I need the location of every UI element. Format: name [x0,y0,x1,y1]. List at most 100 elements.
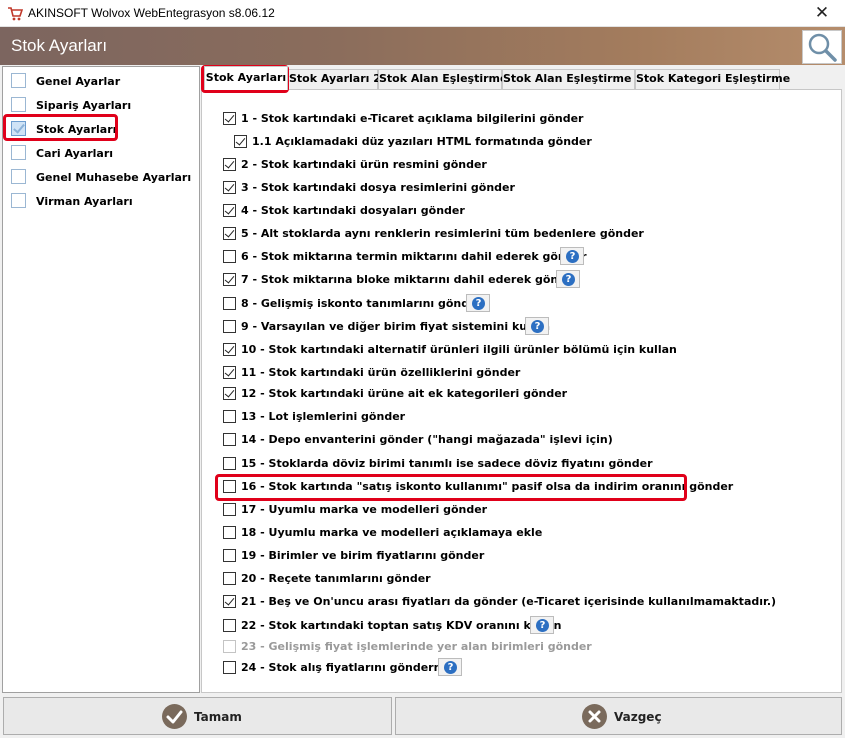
option-checkbox[interactable] [223,503,236,516]
option-checkbox[interactable] [223,250,236,263]
option-label: 11 - Stok kartındaki ürün özelliklerini … [241,366,521,379]
help-icon[interactable] [556,270,580,288]
sidebar-checkbox[interactable] [11,193,26,208]
option-label: 6 - Stok miktarına termin miktarını dahi… [241,250,587,263]
option-checkbox[interactable] [223,273,236,286]
sidebar-item-label: Cari Ayarları [36,147,114,160]
option-checkbox[interactable] [223,410,236,423]
option-checkbox[interactable] [223,480,236,493]
tab-stok-alan-eslestirme[interactable]: Stok Alan Eşleştirme [378,69,507,89]
option-checkbox[interactable] [223,433,236,446]
option-checkbox[interactable] [223,158,236,171]
search-icon [808,33,837,62]
option-label: 4 - Stok kartındaki dosyaları gönder [241,204,465,217]
option-label: 13 - Lot işlemlerini gönder [241,410,406,423]
option-checkbox[interactable] [223,227,236,240]
option-label: 9 - Varsayılan ve diğer birim fiyat sist… [241,320,550,333]
option-label: 8 - Gelişmiş iskonto tanımlarını gönder [241,297,483,310]
option-checkbox[interactable] [223,366,236,379]
option-7[interactable]: 7 - Stok miktarına bloke miktarını dahil… [223,270,588,290]
ok-button-label: Tamam [194,710,242,724]
option-label: 17 - Uyumlu marka ve modelleri gönder [241,503,488,516]
sidebar-checkbox[interactable] [11,73,26,88]
option-checkbox[interactable] [223,619,236,632]
sidebar-item-siparis-ayarlari[interactable]: Sipariş Ayarları [11,96,197,114]
help-icon[interactable] [525,317,549,335]
sidebar-checkbox[interactable] [11,169,26,184]
option-label: 10 - Stok kartındaki alternatif ürünleri… [241,343,677,356]
sidebar-item-virman-ayarlari[interactable]: Virman Ayarları [11,192,197,210]
sidebar-item-label: Genel Muhasebe Ayarları [36,171,192,184]
sidebar-checkbox[interactable] [11,121,26,136]
sidebar-checkbox[interactable] [11,97,26,112]
option-checkbox[interactable] [223,457,236,470]
option-checkbox[interactable] [223,181,236,194]
option-label: 2 - Stok kartındaki ürün resmini gönder [241,158,487,171]
option-label: 1 - Stok kartındaki e-Ticaret açıklama b… [241,112,584,125]
tab-stok-alan-eslestirme-2[interactable]: Stok Alan Eşleştirme 2 [502,69,643,89]
app-cart-icon [8,7,23,21]
option-label: 20 - Reçete tanımlarını gönder [241,572,431,585]
help-icon[interactable] [438,658,462,676]
cancel-button[interactable]: Vazgeç [395,697,842,735]
option-label: 21 - Beş ve On'uncu arası fiyatları da g… [241,595,777,608]
page-title: Stok Ayarları [11,36,108,55]
search-button[interactable] [802,30,842,64]
tab-stok-kategori-eslestirme[interactable]: Stok Kategori Eşleştirme [635,69,790,89]
sidebar-item-genel-ayarlar[interactable]: Genel Ayarlar [11,72,197,90]
cancel-button-label: Vazgeç [614,710,662,724]
option-label: 22 - Stok kartındaki toptan satış KDV or… [241,619,562,632]
option-checkbox[interactable] [223,343,236,356]
close-icon[interactable]: ✕ [799,0,845,27]
option-checkbox[interactable] [223,320,236,333]
window-title: AKINSOFT Wolvox WebEntegrasyon s8.06.12 [28,6,275,20]
settings-category-list: Genel Ayarlar Sipariş Ayarları Stok Ayar… [2,66,200,693]
option-checkbox[interactable] [223,204,236,217]
sidebar-checkbox[interactable] [11,145,26,160]
help-icon[interactable] [466,294,490,312]
sidebar-item-cari-ayarlari[interactable]: Cari Ayarları [11,144,197,162]
option-label: 5 - Alt stoklarda aynı renklerin resimle… [241,227,644,240]
sidebar-item-genel-muhasebe-ayarlari[interactable]: Genel Muhasebe Ayarları [11,168,197,186]
option-label: 18 - Uyumlu marka ve modelleri açıklamay… [241,526,543,539]
option-checkbox[interactable] [223,112,236,125]
tab-stok-ayarlari[interactable]: Stok Ayarları [204,66,288,90]
option-label: 16 - Stok kartında "satış iskonto kullan… [241,480,734,493]
option-checkbox[interactable] [223,387,236,400]
tab-panel-stok-ayarlari: 1 - Stok kartındaki e-Ticaret açıklama b… [201,89,842,693]
option-8[interactable]: 8 - Gelişmiş iskonto tanımlarını gönder [223,294,498,314]
option-22[interactable]: 22 - Stok kartındaki toptan satış KDV or… [223,616,562,636]
help-icon[interactable] [530,616,554,634]
help-icon[interactable] [560,247,584,265]
sidebar-item-label: Stok Ayarları [36,123,117,136]
tab-stok-ayarlari-2[interactable]: Stok Ayarları 2 [288,69,381,89]
option-label: 19 - Birimler ve birim fiyatlarını gönde… [241,549,485,562]
option-label: 24 - Stok alış fiyatlarını gönderme [241,661,453,674]
option-checkbox[interactable] [223,595,236,608]
window-titlebar: AKINSOFT Wolvox WebEntegrasyon s8.06.12 … [0,0,845,27]
option-24[interactable]: 24 - Stok alış fiyatlarını gönderme [223,658,468,678]
option-label: 14 - Depo envanterini gönder ("hangi mağ… [241,433,613,446]
sidebar-item-stok-ayarlari[interactable]: Stok Ayarları [11,120,197,138]
sidebar-item-label: Sipariş Ayarları [36,99,132,112]
option-checkbox[interactable] [223,526,236,539]
option-6[interactable]: 6 - Stok miktarına termin miktarını dahi… [223,247,593,267]
option-label: 15 - Stoklarda döviz birimi tanımlı ise … [241,457,653,470]
ok-button[interactable]: Tamam [3,697,392,735]
option-checkbox[interactable] [223,297,236,310]
cancel-x-icon [582,704,607,729]
option-label: 3 - Stok kartındaki dosya resimlerini gö… [241,181,515,194]
sidebar-item-label: Virman Ayarları [36,195,133,208]
option-checkbox[interactable] [223,661,236,674]
page-header: Stok Ayarları [0,27,845,65]
option-checkbox[interactable] [223,572,236,585]
option-label: 7 - Stok miktarına bloke miktarını dahil… [241,273,579,286]
option-9[interactable]: 9 - Varsayılan ve diğer birim fiyat sist… [223,317,558,337]
sidebar-item-label: Genel Ayarlar [36,75,121,88]
option-label: 1.1 Açıklamadaki düz yazıları HTML forma… [252,135,592,148]
option-checkbox[interactable] [223,549,236,562]
tab-strip: Stok Ayarları Stok Ayarları 2 Stok Alan … [201,66,841,90]
check-icon [162,704,187,729]
option-checkbox[interactable] [234,135,247,148]
option-checkbox [223,640,236,653]
